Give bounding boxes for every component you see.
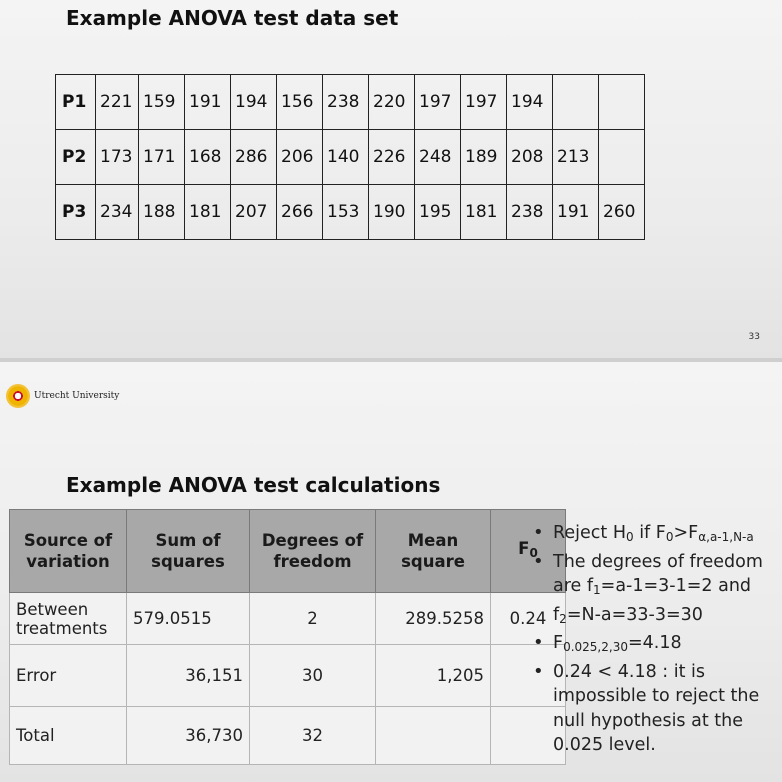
header-degrees-of-freedom: Degrees of freedom — [249, 509, 376, 593]
table-cell: 188 — [138, 184, 185, 240]
table-cell: 189 — [460, 129, 507, 185]
cell-df: 30 — [249, 644, 376, 707]
table-cell: 190 — [368, 184, 415, 240]
slide-calculations: Utrecht University Example ANOVA test ca… — [0, 362, 782, 782]
table-cell: 181 — [184, 184, 231, 240]
table-cell: 171 — [138, 129, 185, 185]
cell-source: Error — [9, 644, 127, 707]
table-cell: 286 — [230, 129, 277, 185]
table-cell: 181 — [460, 184, 507, 240]
anova-data-table: P1 221 159 191 194 156 238 220 197 197 194 P2 173 171… — [55, 74, 645, 240]
anova-calculation-table: Source of variation Sum of squares Degre… — [9, 509, 566, 765]
table-cell: 194 — [230, 74, 277, 130]
table-cell: 213 — [552, 129, 599, 185]
table-cell: 191 — [184, 74, 231, 130]
university-logo: Utrecht University — [8, 386, 119, 406]
table-cell: 194 — [506, 74, 553, 130]
cell-ss: 579.0515 — [126, 592, 250, 645]
table-cell: 156 — [276, 74, 323, 130]
table-row: P1 221 159 191 194 156 238 220 197 197 194 — [55, 74, 645, 130]
table-cell: 197 — [414, 74, 461, 130]
table-cell: 195 — [414, 184, 461, 240]
university-name: Utrecht University — [34, 391, 120, 401]
header-mean-square: Mean square — [375, 509, 491, 593]
header-sum-of-squares: Sum of squares — [126, 509, 250, 593]
table-cell: 266 — [276, 184, 323, 240]
table-cell: 159 — [138, 74, 185, 130]
table-cell: 153 — [322, 184, 369, 240]
table-cell: 191 — [552, 184, 599, 240]
bullet-critical-value: F0.025,2,30=4.18 — [532, 631, 782, 660]
header-source: Source of variation — [9, 509, 127, 593]
slide-title: Example ANOVA test calculations — [66, 473, 441, 497]
table-cell — [552, 74, 599, 130]
table-cell — [598, 74, 645, 130]
cell-df: 2 — [249, 592, 376, 645]
bullet-conclusion: 0.24 < 4.18 : it is impossible to reject… — [532, 660, 782, 758]
bullet-reject-rule: Reject H0 if F0>Fα,a-1,N-a — [532, 521, 782, 550]
bullet-degrees-of-freedom: The degrees of freedom are f1=a-1=3-1=2 … — [532, 550, 782, 632]
table-row-total: Total 36,730 32 — [9, 706, 566, 765]
table-cell: 238 — [506, 184, 553, 240]
table-row-error: Error 36,151 30 1,205 — [9, 644, 566, 707]
table-cell — [598, 129, 645, 185]
table-cell: 248 — [414, 129, 461, 185]
cell-ms: 1,205 — [375, 644, 491, 707]
row-label: P2 — [55, 129, 96, 185]
cell-ss: 36,151 — [126, 644, 250, 707]
table-cell: 168 — [184, 129, 231, 185]
table-cell: 206 — [276, 129, 323, 185]
table-cell: 173 — [95, 129, 139, 185]
cell-ss: 36,730 — [126, 706, 250, 765]
table-cell: 208 — [506, 129, 553, 185]
cell-ms: 289.5258 — [375, 592, 491, 645]
table-cell: 197 — [460, 74, 507, 130]
cell-ms — [375, 706, 491, 765]
table-row: P3 234 188 181 207 266 153 190 195 181 238 191 260 — [55, 184, 645, 240]
sun-logo-icon — [8, 386, 28, 406]
table-cell: 220 — [368, 74, 415, 130]
table-cell: 226 — [368, 129, 415, 185]
table-row-between: Between treatments 579.0515 2 289.5258 0… — [9, 592, 566, 645]
conclusion-bullets: Reject H0 if F0>Fα,a-1,N-a The degrees o… — [532, 521, 782, 758]
row-label: P1 — [55, 74, 96, 130]
cell-df: 32 — [249, 706, 376, 765]
table-cell: 221 — [95, 74, 139, 130]
cell-source: Between treatments — [9, 592, 127, 645]
page-number: 33 — [748, 332, 760, 342]
table-cell: 140 — [322, 129, 369, 185]
table-cell: 234 — [95, 184, 139, 240]
slide-data-set: Example ANOVA test data set P1 221 159 191 1… — [0, 0, 782, 358]
table-cell: 207 — [230, 184, 277, 240]
row-label: P3 — [55, 184, 96, 240]
cell-source: Total — [9, 706, 127, 765]
slide-title: Example ANOVA test data set — [66, 6, 399, 30]
table-cell: 238 — [322, 74, 369, 130]
table-row: P2 173 171 168 286 206 140 226 248 189 208 213 — [55, 129, 645, 185]
table-cell: 260 — [598, 184, 645, 240]
